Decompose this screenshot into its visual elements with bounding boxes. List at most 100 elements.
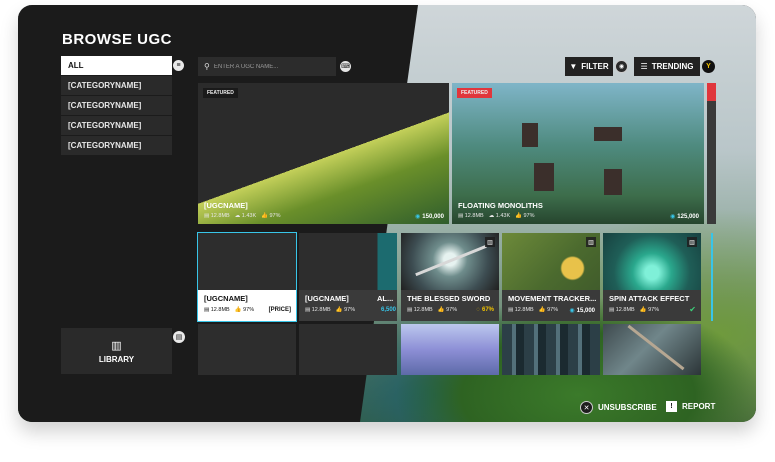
card-title: THE BLESSED SWORD bbox=[407, 294, 491, 303]
unsubscribe-label: UNSUBSCRIBE bbox=[598, 403, 657, 412]
filter-label: FILTER bbox=[581, 62, 609, 71]
card-meta: ▤ 12.8MB 👍 97% bbox=[407, 307, 458, 313]
featured-card[interactable]: FEATURED [UGCNAME] ▤ 12.8MB ☁ 1.43K 👍 97… bbox=[198, 83, 449, 224]
card-title: MOVEMENT TRACKER... bbox=[508, 294, 597, 303]
featured-tag-peek bbox=[707, 83, 716, 101]
category-item[interactable]: [CATEGORYNAME] bbox=[61, 116, 172, 135]
featured-tag: FEATURED bbox=[457, 88, 492, 98]
filter-button[interactable]: ▼ FILTER bbox=[565, 57, 613, 76]
storage-icon: ▤ bbox=[407, 307, 413, 313]
sort-icon: ☰ bbox=[640, 62, 648, 71]
filter-icon: ▼ bbox=[569, 62, 578, 71]
category-type-icon: ▥ bbox=[687, 237, 697, 247]
scroll-indicator[interactable] bbox=[711, 233, 713, 321]
keyboard-button-icon[interactable]: ⌨ bbox=[340, 61, 351, 72]
download-progress: ◌ 67% bbox=[476, 307, 494, 313]
search-icon: ⚲ bbox=[204, 62, 210, 71]
ugc-card[interactable]: ▥ MOVEMENT TRACKER... ▤ 12.8MB 👍 97% ◉ 15… bbox=[502, 233, 600, 321]
monolith-shape bbox=[594, 127, 622, 141]
thumbs-up-icon: 👍 bbox=[538, 307, 546, 313]
download-icon: ☁ bbox=[488, 213, 495, 219]
card-meta: ▤ 12.8MB 👍 97% bbox=[305, 307, 356, 313]
ugc-card[interactable] bbox=[603, 324, 701, 375]
monolith-shape bbox=[604, 169, 622, 195]
ugc-card[interactable]: ▥ THE BLESSED SWORD ▤ 12.8MB 👍 97% ◌ 67% bbox=[401, 233, 499, 321]
category-type-icon: ▥ bbox=[485, 237, 495, 247]
price-tag: ◉ 125,000 bbox=[670, 213, 699, 221]
ugc-card[interactable] bbox=[198, 324, 296, 375]
card-meta: ▤ 12.8MB 👍 97% bbox=[508, 307, 559, 313]
progress-spinner-icon: ◌ bbox=[476, 307, 480, 313]
storage-icon: ▤ bbox=[305, 307, 311, 313]
report-label: REPORT bbox=[682, 402, 716, 411]
search-input[interactable] bbox=[213, 63, 324, 70]
price-tag: 6,500 bbox=[380, 307, 396, 313]
ugc-card[interactable] bbox=[401, 324, 499, 375]
unsubscribe-action[interactable]: ✕ UNSUBSCRIBE bbox=[580, 401, 657, 414]
price-tag: ◉ 150,000 bbox=[415, 213, 444, 221]
library-button[interactable]: ▥ LIBRARY bbox=[61, 328, 172, 374]
ugc-card[interactable] bbox=[502, 324, 600, 375]
y-button-icon: Y bbox=[702, 60, 715, 73]
card-meta: ▤ 12.8MB 👍 97% bbox=[204, 307, 255, 313]
coin-icon: ◉ bbox=[415, 214, 421, 220]
price-tag: [PRICE] bbox=[268, 307, 291, 313]
report-action[interactable]: ! REPORT bbox=[666, 401, 715, 412]
menu-button-icon[interactable]: ≡ bbox=[173, 60, 184, 71]
price-tag: ◉ 15,000 bbox=[569, 307, 595, 315]
trending-label: TRENDING bbox=[651, 62, 694, 71]
browse-ugc-screen: BROWSE UGC ALL [CATEGORYNAME] [CATEGORYN… bbox=[18, 5, 756, 422]
page-title: BROWSE UGC bbox=[62, 31, 172, 48]
trending-sort-button[interactable]: ☰ TRENDING bbox=[634, 57, 700, 76]
storage-icon: ▤ bbox=[204, 213, 210, 219]
download-icon: ☁ bbox=[234, 213, 241, 219]
category-item[interactable]: [CATEGORYNAME] bbox=[61, 136, 172, 155]
featured-card-peek[interactable] bbox=[707, 83, 716, 224]
category-list: ALL [CATEGORYNAME] [CATEGORYNAME] [CATEG… bbox=[61, 56, 172, 156]
thumbs-up-icon: 👍 bbox=[261, 213, 268, 219]
card-title: [UGCNAME] bbox=[204, 294, 248, 303]
x-button-icon: ✕ bbox=[580, 401, 593, 414]
category-item[interactable]: [CATEGORYNAME] bbox=[61, 76, 172, 95]
filter-controller-icon: ◉ bbox=[615, 60, 628, 73]
featured-card[interactable]: FEATURED FLOATING MONOLITHS ▤ 12.8MB ☁ 1… bbox=[452, 83, 704, 224]
category-item-all[interactable]: ALL bbox=[61, 56, 172, 75]
library-label: LIBRARY bbox=[98, 354, 135, 364]
card-title: FLOATING MONOLITHS bbox=[458, 201, 543, 210]
featured-tag: FEATURED bbox=[203, 88, 238, 98]
card-title: AL... bbox=[377, 294, 394, 303]
storage-icon: ▤ bbox=[458, 213, 464, 219]
thumbs-up-icon: 👍 bbox=[437, 307, 445, 313]
ugc-card-partial[interactable]: AL... 6,500 bbox=[376, 233, 397, 321]
ugc-card[interactable]: [UGCNAME] ▤ 12.8MB 👍 97% [PRICE] bbox=[197, 232, 297, 322]
card-meta: ▤ 12.8MB 👍 97% bbox=[609, 307, 660, 313]
card-meta: ▤ 12.8MB ☁ 1.43K 👍 97% bbox=[204, 213, 281, 219]
thumbs-up-icon: 👍 bbox=[234, 307, 242, 313]
card-title: [UGCNAME] bbox=[305, 294, 349, 303]
card-thumbnail bbox=[401, 324, 499, 375]
view-button-icon[interactable]: ▤ bbox=[173, 331, 185, 343]
card-title: SPIN ATTACK EFFECT bbox=[609, 294, 690, 303]
thumbs-up-icon: 👍 bbox=[639, 307, 647, 313]
ugc-card[interactable] bbox=[299, 324, 397, 375]
library-icon: ▥ bbox=[111, 339, 122, 352]
installed-check-icon: ✔ bbox=[689, 305, 696, 314]
storage-icon: ▤ bbox=[508, 307, 514, 313]
storage-icon: ▤ bbox=[204, 307, 210, 313]
storage-icon: ▤ bbox=[609, 307, 615, 313]
coin-icon: ◉ bbox=[670, 214, 676, 220]
category-item[interactable]: [CATEGORYNAME] bbox=[61, 96, 172, 115]
coin-icon: ◉ bbox=[569, 308, 575, 314]
card-title: [UGCNAME] bbox=[204, 201, 248, 210]
card-meta: ▤ 12.8MB ☁ 1.43K 👍 97% bbox=[458, 213, 535, 219]
report-icon: ! bbox=[666, 401, 677, 412]
card-thumbnail bbox=[502, 324, 600, 375]
thumbs-up-icon: 👍 bbox=[335, 307, 343, 313]
search-box[interactable]: ⚲ bbox=[198, 57, 336, 76]
monolith-shape bbox=[534, 163, 554, 191]
monolith-shape bbox=[522, 123, 538, 147]
card-thumbnail bbox=[603, 324, 701, 375]
thumbs-up-icon: 👍 bbox=[515, 213, 522, 219]
category-type-icon: ▥ bbox=[586, 237, 596, 247]
ugc-card[interactable]: ▥ SPIN ATTACK EFFECT ▤ 12.8MB 👍 97% ✔ bbox=[603, 233, 701, 321]
